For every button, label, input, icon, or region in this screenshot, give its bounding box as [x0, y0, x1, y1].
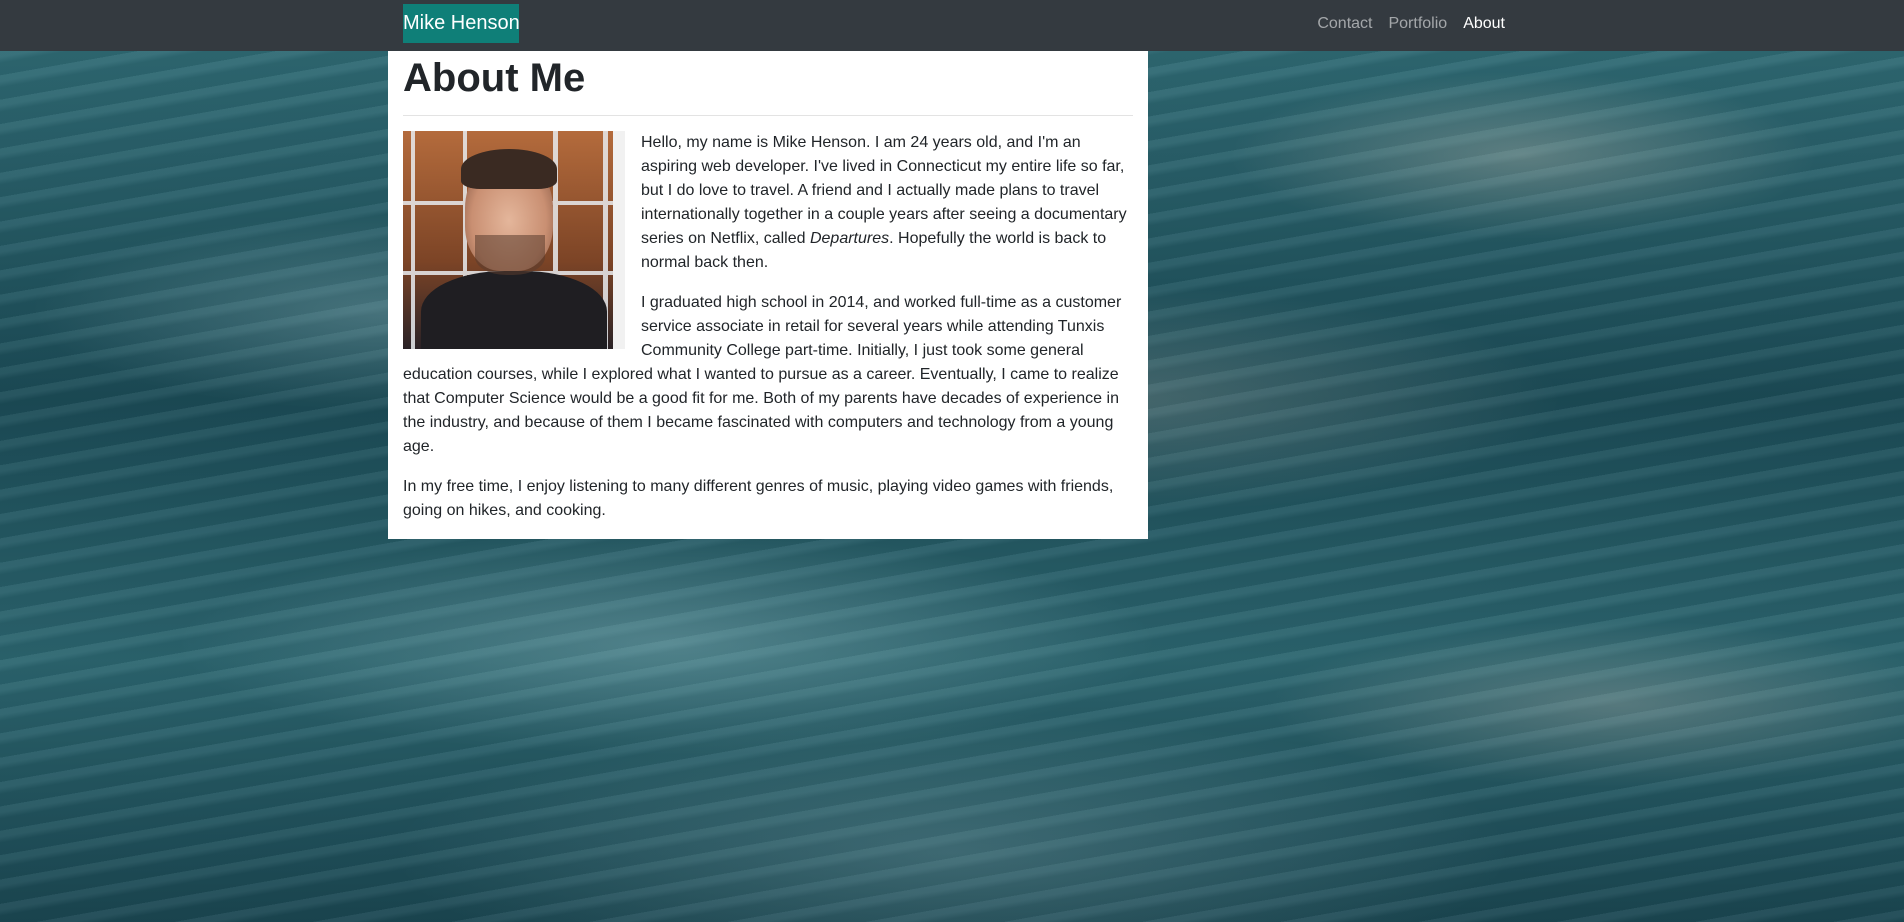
photo-shirt — [421, 271, 607, 349]
photo-beard — [475, 235, 545, 275]
netflix-series-title: Departures — [809, 230, 890, 247]
nav-link-about[interactable]: About — [1463, 15, 1505, 33]
top-navbar: Mike Henson Contact Portfolio About — [0, 0, 1904, 51]
photo-frame-edge — [613, 131, 625, 349]
profile-photo — [403, 131, 625, 349]
page-title: About Me — [403, 56, 586, 100]
about-card: About Me Hello, my name is Mike Henson. … — [388, 51, 1148, 539]
nav-links: Contact Portfolio About — [1317, 0, 1505, 47]
title-divider — [403, 115, 1133, 116]
photo-hair — [461, 149, 557, 189]
nav-link-contact[interactable]: Contact — [1317, 15, 1372, 33]
brand-link[interactable]: Mike Henson — [403, 4, 520, 43]
bio-paragraph-hobbies: In my free time, I enjoy listening to ma… — [403, 478, 1114, 519]
about-content: Hello, my name is Mike Henson. I am 24 y… — [403, 131, 1133, 523]
nav-link-portfolio[interactable]: Portfolio — [1388, 15, 1447, 33]
